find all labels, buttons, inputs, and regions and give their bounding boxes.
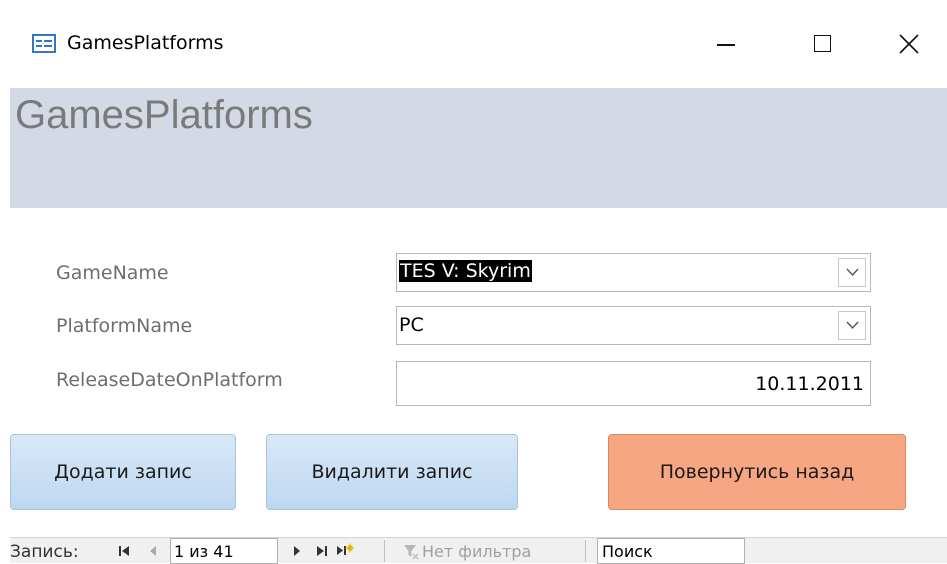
release-date-label: ReleaseDateOnPlatform — [56, 369, 283, 391]
close-icon — [899, 34, 919, 54]
minimize-button[interactable] — [703, 24, 749, 64]
form-title: GamesPlatforms — [15, 93, 313, 137]
add-record-button[interactable]: Додати запис — [10, 434, 236, 510]
platform-name-combobox[interactable]: PC — [396, 306, 871, 345]
nav-separator — [384, 540, 385, 562]
chevron-down-icon — [846, 268, 859, 277]
window-title: GamesPlatforms — [67, 32, 224, 54]
form-icon — [32, 34, 56, 53]
record-label: Запись: — [10, 542, 79, 562]
game-name-dropdown-button[interactable] — [838, 258, 866, 287]
maximize-button[interactable] — [800, 24, 846, 64]
first-record-icon[interactable] — [118, 545, 130, 557]
close-button[interactable] — [886, 24, 932, 64]
chevron-down-icon — [846, 321, 859, 330]
game-name-value: TES V: Skyrim — [399, 260, 532, 282]
release-date-field[interactable]: 10.11.2011 — [396, 361, 871, 406]
record-position-input[interactable]: 1 из 41 — [170, 538, 278, 564]
minimize-icon — [717, 44, 735, 46]
filter-icon — [404, 545, 419, 560]
nav-separator — [585, 540, 586, 562]
previous-record-icon[interactable] — [148, 545, 158, 557]
next-record-icon[interactable] — [292, 545, 302, 557]
record-navigation-bar: Запись: 1 из 41 Нет фильтра Поиск — [10, 537, 947, 564]
search-input[interactable]: Поиск — [597, 538, 745, 564]
release-date-value: 10.11.2011 — [755, 373, 864, 395]
game-name-combobox[interactable]: TES V: Skyrim — [396, 253, 871, 292]
delete-record-button[interactable]: Видалити запис — [266, 434, 518, 510]
new-record-icon[interactable] — [336, 543, 354, 558]
maximize-icon — [814, 35, 831, 52]
title-bar: GamesPlatforms — [0, 0, 947, 88]
game-name-label: GameName — [56, 262, 169, 284]
last-record-icon[interactable] — [316, 545, 328, 557]
platform-name-label: PlatformName — [56, 315, 193, 337]
platform-name-dropdown-button[interactable] — [838, 311, 866, 340]
filter-status[interactable]: Нет фильтра — [422, 542, 531, 561]
form-header: GamesPlatforms — [10, 88, 947, 208]
go-back-button[interactable]: Повернутись назад — [608, 434, 906, 510]
platform-name-value: PC — [399, 314, 424, 336]
